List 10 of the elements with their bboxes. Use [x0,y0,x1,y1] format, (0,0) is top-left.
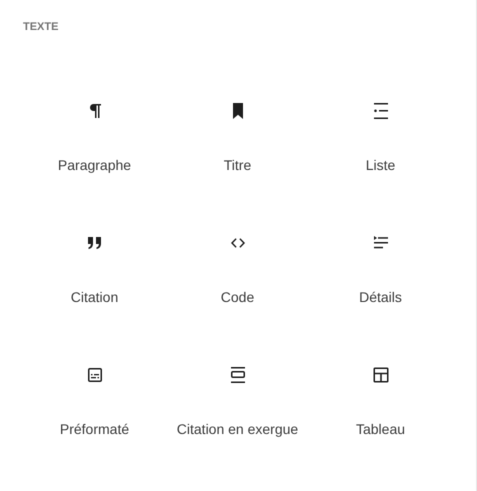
block-item[interactable]: Liste [309,74,452,206]
block-item[interactable]: Détails [309,206,452,338]
block-item[interactable]: Préformaté [23,338,166,470]
block-item[interactable]: Citation [23,206,166,338]
section-heading: TEXTE [23,20,58,34]
block-item[interactable]: Titre [166,74,309,206]
block-item[interactable]: Citation en exergue [166,338,309,470]
block-item[interactable]: Paragraphe [23,74,166,206]
block-item[interactable]: Code [166,206,309,338]
block-item[interactable]: Tableau [309,338,452,470]
